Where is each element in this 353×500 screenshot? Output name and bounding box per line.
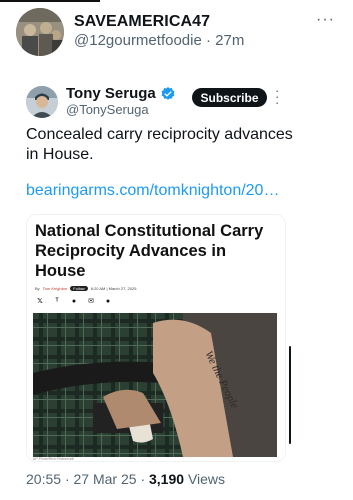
email-icon: ✉ (88, 298, 94, 305)
outer-display-name[interactable]: SAVEAMERICA47 (74, 13, 210, 31)
byline-prefix: By (35, 286, 40, 291)
outer-meta: @12gourmetfoodie · 27m (74, 32, 244, 49)
scrollbar[interactable] (289, 346, 291, 444)
quoted-more-options-icon[interactable]: · · · (275, 84, 279, 109)
subscribe-button[interactable]: Subscribe (192, 88, 267, 107)
article-photo: We the People (33, 313, 277, 457)
quoted-avatar[interactable] (26, 86, 58, 118)
quoted-name-row: Tony Seruga (66, 85, 176, 102)
article-headline: National Constitutional Carry Reciprocit… (35, 222, 264, 280)
follow-badge: Follow (70, 286, 88, 291)
photo-caption: AP Photo/Rich Pedroncelli (33, 457, 74, 461)
article-byline: By Tom Knighton Follow 6:20 AM | March 2… (35, 286, 136, 291)
outer-handle[interactable]: @12gourmetfoodie (74, 32, 202, 49)
reddit-icon: ● (71, 297, 77, 305)
threads-icon: ᵀ (55, 297, 59, 305)
post-date[interactable]: 27 Mar 25 (74, 471, 137, 487)
tweet-text: Concealed carry reciprocity advances in … (26, 126, 293, 163)
post-time[interactable]: 20:55 (26, 471, 61, 487)
verified-badge-icon (161, 86, 175, 100)
comment-icon: ● (105, 297, 111, 305)
outer-avatar[interactable] (16, 8, 64, 56)
x-icon: 𝕏 (37, 298, 43, 305)
top-divider (0, 0, 100, 2)
quoted-display-name[interactable]: Tony Seruga (66, 85, 156, 102)
more-options-icon[interactable]: ··· (316, 11, 335, 29)
share-icons-row: 𝕏 ᵀ ● ✉ ● (35, 296, 113, 306)
outer-age[interactable]: 27m (215, 32, 244, 49)
timestamp-separator: · (140, 471, 146, 487)
article-date: 6:20 AM | March 27, 2025 (90, 286, 137, 291)
article-author: Tom Knighton (42, 286, 68, 291)
quoted-handle[interactable]: @TonySeruga (66, 102, 149, 117)
timestamp-separator: · (64, 471, 70, 487)
views-count: 3,190 (149, 471, 185, 487)
views-label: Views (187, 471, 226, 487)
article-preview-card[interactable]: National Constitutional Carry Reciprocit… (26, 214, 286, 462)
post-timestamp: 20:55 · 27 Mar 25 · 3,190 Views (26, 471, 225, 487)
outer-separator: · (205, 32, 211, 49)
article-link[interactable]: bearingarms.com/tomknighton/20… (26, 182, 279, 200)
